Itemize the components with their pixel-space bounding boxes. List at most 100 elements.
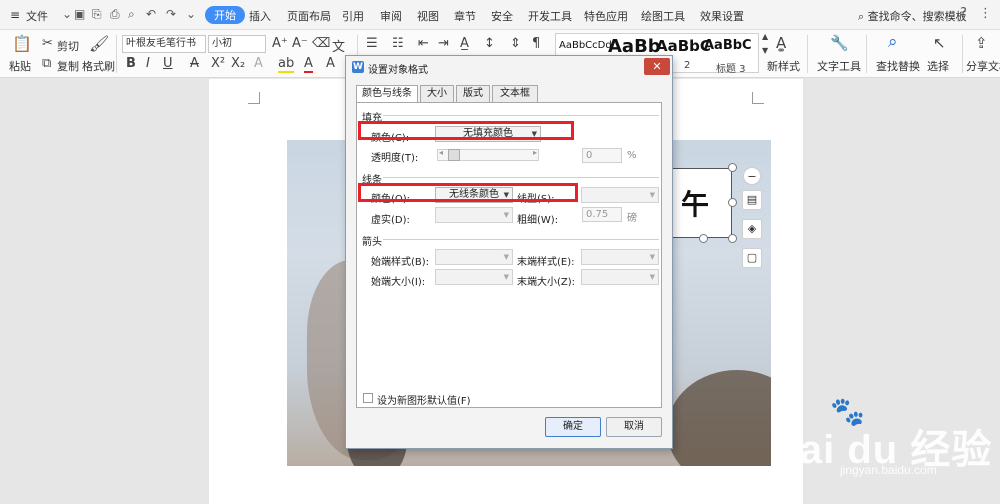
find-icon[interactable]: ⌕	[888, 32, 898, 52]
tab-view[interactable]: 视图	[417, 8, 439, 24]
tab-insert[interactable]: 插入	[249, 8, 271, 24]
line-style-select[interactable]: ▼	[581, 187, 659, 203]
strikethrough-icon[interactable]: A	[190, 56, 199, 71]
format-painter-button[interactable]: 格式刷	[82, 58, 115, 74]
bullet-list-icon[interactable]: ☰	[366, 36, 378, 51]
tab-colors-lines[interactable]: 颜色与线条	[356, 85, 418, 103]
begin-style-select[interactable]: ▼	[435, 249, 513, 265]
more-icon[interactable]: ⋮	[979, 6, 992, 21]
tab-references[interactable]: 引用	[342, 8, 364, 24]
print-icon[interactable]: ⎙	[110, 7, 120, 22]
tab-layout[interactable]: 版式	[456, 85, 490, 102]
select-button[interactable]: 选择	[927, 58, 949, 74]
tab-security[interactable]: 安全	[491, 8, 513, 24]
text-effect-icon[interactable]: A	[254, 56, 263, 71]
new-style-icon[interactable]: A͚	[776, 34, 786, 52]
sort-icon[interactable]: ↕	[484, 36, 495, 51]
resize-handle[interactable]	[728, 198, 737, 207]
superscript-icon[interactable]: X²	[211, 56, 225, 71]
dash-select[interactable]: ▼	[435, 207, 513, 223]
chevron-down-icon[interactable]: ⌄	[62, 7, 72, 21]
style-scroll-down-icon[interactable]: ▼	[762, 46, 768, 55]
find-replace-button[interactable]: 查找替换	[876, 58, 920, 74]
file-menu[interactable]: 文件	[26, 8, 48, 24]
new-style-button[interactable]: 新样式	[767, 58, 800, 74]
share-button[interactable]: 分享文档	[966, 58, 1000, 74]
cut-icon[interactable]: ✂	[42, 36, 53, 51]
clear-format-icon[interactable]: ⌫	[312, 36, 330, 51]
shrink-font-icon[interactable]: A⁻	[292, 36, 308, 51]
italic-icon[interactable]: I	[146, 56, 150, 71]
outline-icon[interactable]: ▢	[742, 248, 762, 268]
slider-left-arrow-icon[interactable]: ◂	[439, 148, 443, 157]
help-icon[interactable]: ?	[960, 6, 967, 21]
tab-textbox[interactable]: 文本框	[492, 85, 538, 102]
select-cursor-icon[interactable]: ↖	[933, 34, 946, 52]
undo-icon[interactable]: ↶	[146, 7, 156, 21]
selected-textbox[interactable]: 午	[672, 168, 732, 238]
line-spacing-icon[interactable]: ⇕	[510, 36, 521, 51]
resize-handle[interactable]	[728, 234, 737, 243]
tab-review[interactable]: 审阅	[380, 8, 402, 24]
font-color-icon[interactable]: A	[304, 56, 313, 73]
show-marks-icon[interactable]: ¶	[532, 36, 540, 51]
copy-icon[interactable]: ⧉	[42, 56, 51, 71]
collapse-icon[interactable]: −	[743, 167, 761, 185]
tab-page-layout[interactable]: 页面布局	[287, 8, 331, 24]
resize-handle[interactable]	[699, 234, 708, 243]
begin-size-select[interactable]: ▼	[435, 269, 513, 285]
style-heading-1[interactable]: AaBb	[608, 36, 661, 57]
slider-thumb[interactable]	[448, 149, 460, 161]
end-size-select[interactable]: ▼	[581, 269, 659, 285]
tab-home[interactable]: 开始	[205, 6, 245, 24]
copy-button[interactable]: 复制	[57, 58, 79, 74]
bold-icon[interactable]: B	[126, 56, 136, 71]
cancel-button[interactable]: 取消	[606, 417, 662, 437]
menu-icon[interactable]: ≡	[10, 8, 20, 22]
default-checkbox[interactable]	[363, 393, 373, 403]
font-name-select[interactable]: 叶根友毛笔行书2.0	[122, 35, 206, 53]
save-icon[interactable]: ▣	[74, 7, 85, 21]
preview-icon[interactable]: ⌕	[128, 7, 135, 22]
close-button[interactable]: ✕	[644, 58, 670, 75]
style-normal[interactable]: AaBbCcDd	[559, 40, 612, 51]
redo-icon[interactable]: ↷	[166, 7, 176, 21]
grow-font-icon[interactable]: A⁺	[272, 36, 288, 51]
transparency-input[interactable]: 0	[582, 148, 622, 163]
underline-icon[interactable]: U	[163, 56, 173, 71]
font-size-select[interactable]: 小初	[208, 35, 266, 53]
format-painter-icon[interactable]: 🖌	[89, 34, 109, 53]
paste-button[interactable]: 粘贴	[9, 58, 31, 74]
tab-size[interactable]: 大小	[420, 85, 454, 102]
decrease-indent-icon[interactable]: ⇤	[418, 36, 429, 51]
slider-right-arrow-icon[interactable]: ▸	[533, 148, 537, 157]
text-tools-button[interactable]: 文字工具	[817, 58, 861, 74]
share-icon[interactable]: ⇪	[975, 34, 988, 52]
ok-button[interactable]: 确定	[545, 417, 601, 437]
tab-developer[interactable]: 开发工具	[528, 8, 572, 24]
weight-input[interactable]: 0.75	[582, 207, 622, 222]
dialog-titlebar[interactable]: W 设置对象格式 ✕	[346, 56, 672, 78]
tab-effects[interactable]: 效果设置	[700, 8, 744, 24]
customize-icon[interactable]: ⌄	[186, 7, 196, 21]
style-heading-3[interactable]: AaBbC	[704, 38, 752, 53]
char-border-icon[interactable]: A	[326, 56, 335, 71]
highlight-icon[interactable]: ab	[278, 56, 295, 73]
cut-button[interactable]: 剪切	[57, 38, 79, 54]
text-direction-icon[interactable]: A̲	[460, 36, 469, 51]
tab-features[interactable]: 特色应用	[584, 8, 628, 24]
resize-handle[interactable]	[728, 163, 737, 172]
phonetic-icon[interactable]: 文	[332, 36, 345, 55]
subscript-icon[interactable]: X₂	[231, 56, 245, 71]
command-search[interactable]: ⌕ 查找命令、搜索模板	[858, 8, 967, 24]
fill-bucket-icon[interactable]: ◈	[742, 219, 762, 239]
style-heading-2[interactable]: AaBbC	[656, 37, 711, 55]
paste-icon[interactable]: 📋	[12, 34, 32, 53]
end-style-select[interactable]: ▼	[581, 249, 659, 265]
tab-chapter[interactable]: 章节	[454, 8, 476, 24]
style-scroll-up-icon[interactable]: ▲	[762, 32, 768, 41]
layout-options-icon[interactable]: ▤	[742, 190, 762, 210]
transparency-slider[interactable]: ◂ ▸	[437, 148, 539, 161]
increase-indent-icon[interactable]: ⇥	[438, 36, 449, 51]
wrench-icon[interactable]: 🔧	[830, 34, 849, 52]
